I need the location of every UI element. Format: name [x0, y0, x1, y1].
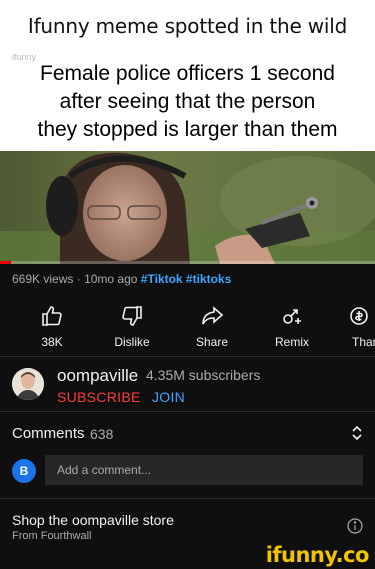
video-player[interactable]: ifunny Female police officers 1 second a…: [0, 51, 375, 264]
thanks-icon: [350, 307, 368, 325]
thumbs-down-icon: [122, 306, 142, 326]
subscriber-count: 4.35M subscribers: [146, 367, 261, 383]
share-label: Share: [195, 335, 229, 349]
store-title[interactable]: Shop the oompaville store: [12, 512, 174, 528]
store-subtitle: From Fourthwall: [12, 530, 92, 542]
user-avatar: B: [12, 459, 36, 483]
channel-name[interactable]: oompaville: [57, 366, 138, 386]
meme-header: Ifunny meme spotted in the wild: [0, 0, 375, 51]
meta-separator: ·: [76, 272, 85, 286]
share-icon: [202, 306, 224, 325]
comment-placeholder: Add a comment...: [57, 463, 152, 477]
caption-line: Female police officers 1 second: [40, 62, 335, 85]
video-watermark: ifunny: [12, 52, 37, 62]
ifunny-logo: ifunny.co: [265, 543, 370, 567]
info-icon[interactable]: [347, 518, 363, 534]
remix-icon: [283, 309, 301, 324]
dislike-button[interactable]: Dislike: [97, 300, 167, 349]
comment-input[interactable]: Add a comment...: [45, 455, 363, 485]
comments-title[interactable]: Comments: [12, 425, 85, 442]
remix-label: Remix: [274, 335, 309, 349]
hashtag-link[interactable]: #tiktoks: [186, 272, 231, 286]
video-progress-bar: [0, 261, 12, 264]
meme-header-text: Ifunny meme spotted in the wild: [27, 13, 348, 38]
upload-age: 10mo ago: [84, 272, 138, 286]
channel-row: oompaville 4.35M subscribers SUBSCRIBE J…: [0, 360, 375, 410]
share-button[interactable]: Share: [177, 300, 247, 349]
user-initial: B: [19, 464, 29, 478]
video-meta: 669K views · 10mo ago #Tiktok #tiktoks: [12, 272, 231, 286]
hashtag-link[interactable]: #Tiktok: [141, 272, 183, 286]
channel-avatar[interactable]: [12, 368, 44, 400]
divider: [0, 498, 375, 499]
dislike-label: Dislike: [114, 335, 150, 349]
caption-line: after seeing that the person: [59, 90, 316, 113]
remix-button[interactable]: Remix: [257, 300, 327, 349]
caption-line: they stopped is larger than them: [37, 118, 338, 141]
like-count: 38K: [41, 335, 63, 349]
divider: [0, 411, 375, 412]
subscribe-button[interactable]: SUBSCRIBE: [57, 389, 141, 405]
like-button[interactable]: 38K: [17, 300, 87, 349]
view-count: 669K views: [12, 272, 74, 286]
thumbs-up-icon: [42, 306, 62, 326]
video-progress-track[interactable]: [0, 261, 375, 264]
thanks-button[interactable]: Thar: [337, 300, 375, 349]
join-button[interactable]: JOIN: [152, 389, 185, 405]
divider: [0, 356, 375, 357]
video-frame-image: [0, 151, 375, 264]
thanks-label: Thar: [352, 335, 375, 349]
expand-comments-icon[interactable]: [350, 425, 364, 441]
video-caption: ifunny Female police officers 1 second a…: [0, 51, 375, 151]
action-bar: 38K Dislike Share Remix Thar: [0, 300, 375, 350]
comments-count: 638: [90, 426, 114, 442]
avatar-image: [12, 368, 44, 400]
